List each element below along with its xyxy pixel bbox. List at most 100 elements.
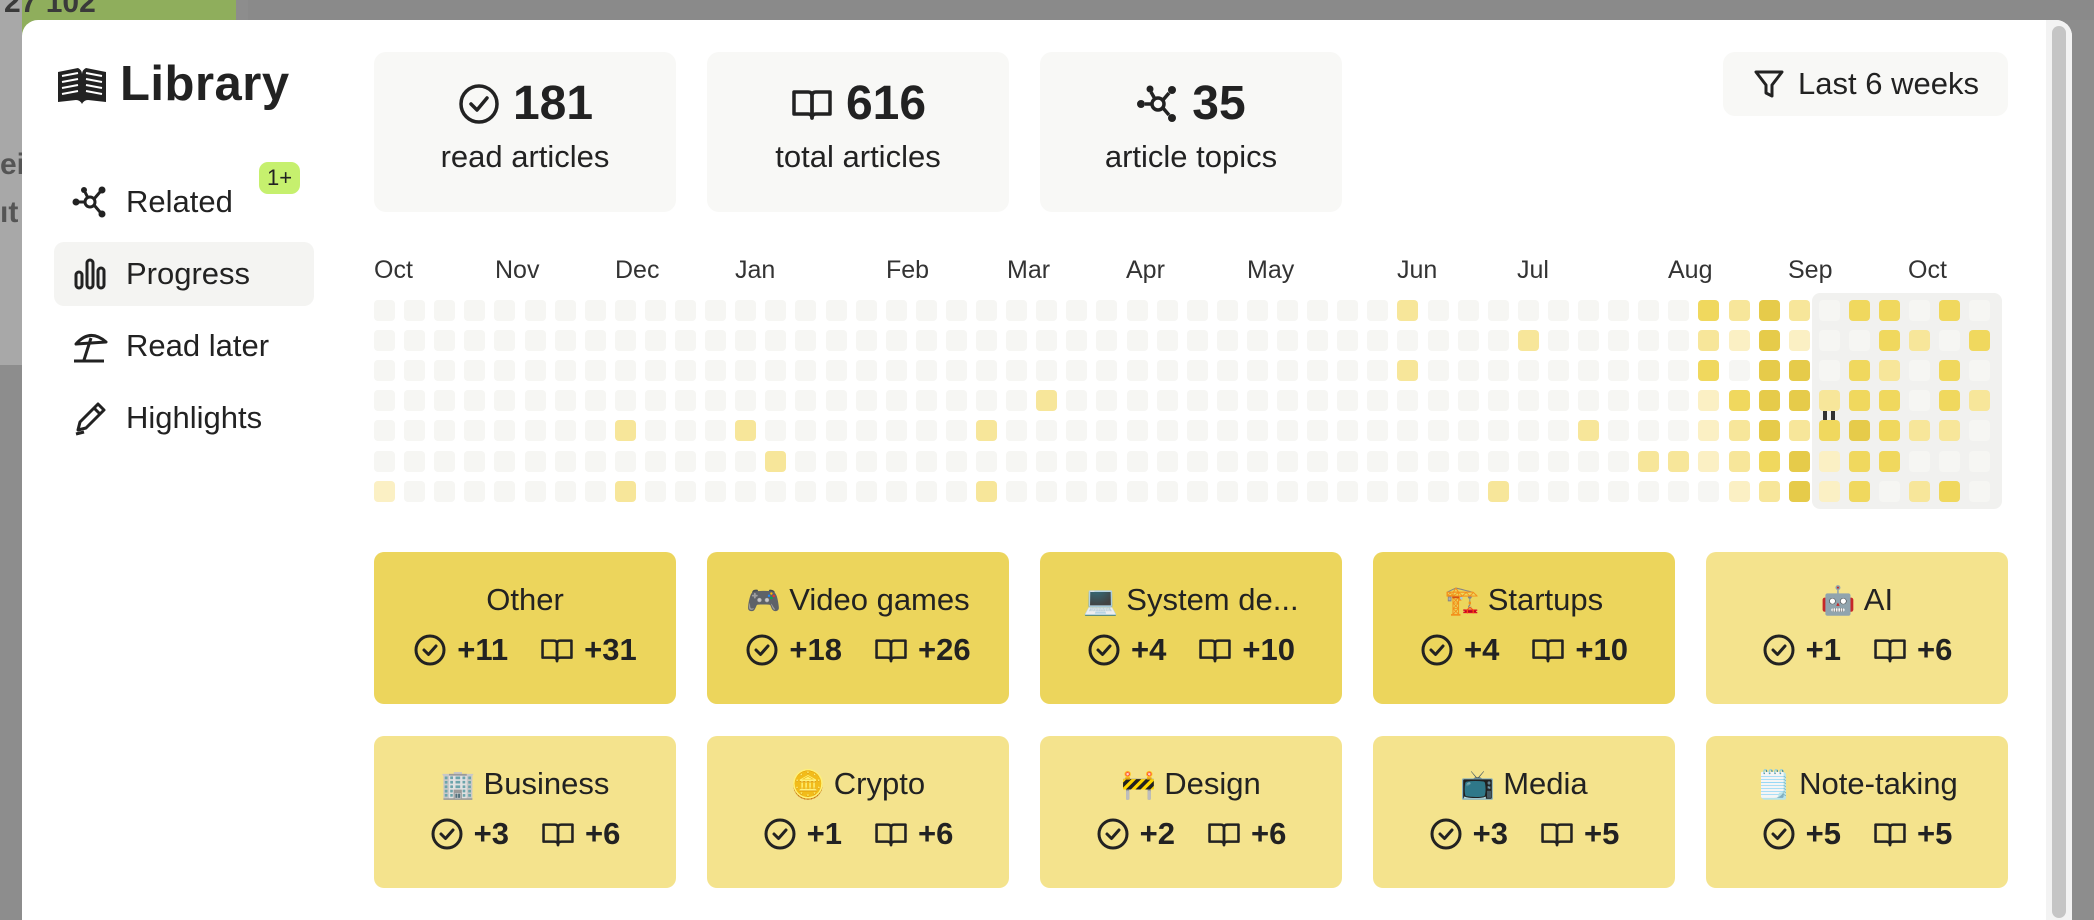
heatmap-cell bbox=[1788, 360, 1810, 382]
heatmap-cell bbox=[1547, 300, 1569, 321]
stat-value: 181 bbox=[512, 77, 594, 130]
heatmap-cell bbox=[1216, 420, 1238, 442]
topic-emoji-icon: 🏢 bbox=[440, 769, 476, 800]
heatmap-cell bbox=[1848, 330, 1870, 352]
heatmap-cell bbox=[1487, 480, 1509, 502]
topic-stats: +1 +6 bbox=[1706, 632, 2008, 668]
heatmap-cell bbox=[644, 300, 666, 321]
topic-label: Business bbox=[483, 766, 610, 801]
heatmap-cell bbox=[1578, 330, 1599, 352]
heatmap-cell bbox=[705, 330, 727, 352]
topic-stats: +3 +5 bbox=[1373, 816, 1675, 852]
heatmap-month-label: Jan bbox=[735, 256, 776, 284]
heatmap-cell bbox=[1879, 450, 1900, 472]
sidebar-item-progress[interactable]: Progress bbox=[54, 242, 314, 306]
heatmap-cell bbox=[1096, 450, 1118, 472]
heatmap-cell bbox=[1909, 390, 1931, 412]
topic-name: 🪙 Crypto bbox=[707, 766, 1009, 802]
graph-nodes-icon bbox=[1137, 85, 1177, 122]
topic-card[interactable]: Other +11 +31 bbox=[374, 552, 676, 704]
heatmap-cell bbox=[1216, 360, 1238, 382]
sidebar-item-label: Progress bbox=[126, 256, 251, 291]
scrollbar-track[interactable] bbox=[2046, 20, 2072, 920]
heatmap-cell bbox=[1608, 330, 1630, 352]
check-circle-icon bbox=[764, 818, 796, 850]
topic-card[interactable]: 🗒️ Note-taking +5 +5 bbox=[1706, 736, 2008, 888]
heatmap-cell bbox=[374, 420, 395, 442]
heatmap-cell bbox=[1728, 390, 1750, 412]
heatmap-cell bbox=[1879, 390, 1900, 412]
heatmap-cell bbox=[1036, 420, 1058, 442]
check-circle-icon bbox=[459, 83, 499, 124]
open-book-icon bbox=[875, 823, 907, 847]
heatmap-cell bbox=[1909, 420, 1931, 442]
heatmap-cell bbox=[404, 480, 426, 502]
heatmap-cell bbox=[1307, 450, 1329, 472]
funnel-icon bbox=[1754, 70, 1784, 98]
heatmap-cell bbox=[1939, 300, 1961, 321]
heatmap-cell bbox=[1126, 390, 1148, 412]
heatmap-cell bbox=[1427, 300, 1449, 321]
topic-card[interactable]: 🚧 Design +2 +6 bbox=[1040, 736, 1342, 888]
heatmap-cell bbox=[374, 390, 395, 412]
heatmap-cell bbox=[915, 420, 937, 442]
heatmap-cell bbox=[825, 480, 847, 502]
topic-card[interactable]: 🎮 Video games +18 +26 bbox=[707, 552, 1009, 704]
heatmap-cell bbox=[464, 390, 486, 412]
topic-card[interactable]: 🪙 Crypto +1 +6 bbox=[707, 736, 1009, 888]
topic-card[interactable]: 💻 System de... +4 +10 bbox=[1040, 552, 1342, 704]
heatmap-cell bbox=[855, 450, 877, 472]
heatmap-cell bbox=[1216, 450, 1238, 472]
heatmap-cell bbox=[825, 330, 847, 352]
topic-read-count: +18 bbox=[789, 632, 842, 667]
stat-label: read articles bbox=[440, 139, 610, 174]
heatmap-cell bbox=[584, 300, 606, 321]
heatmap-cell bbox=[464, 300, 486, 321]
heatmap-cell bbox=[1427, 420, 1449, 442]
topic-card[interactable]: 🏢 Business +3 +6 bbox=[374, 736, 676, 888]
heatmap-cell bbox=[1909, 360, 1931, 382]
heatmap-cell bbox=[885, 390, 907, 412]
heatmap-month-label: Aug bbox=[1668, 256, 1713, 284]
heatmap-cell bbox=[735, 360, 757, 382]
heatmap-cell bbox=[825, 300, 847, 321]
topic-stats: +3 +6 bbox=[374, 816, 676, 852]
sidebar-item-highlights[interactable]: Highlights bbox=[54, 386, 314, 450]
heatmap-cell bbox=[1036, 360, 1058, 382]
heatmap-cell bbox=[554, 390, 576, 412]
topic-card[interactable]: 🏗️ Startups +4 +10 bbox=[1373, 552, 1675, 704]
heatmap-cell bbox=[1367, 390, 1389, 412]
heatmap-cell bbox=[1698, 480, 1720, 502]
heatmap-cell bbox=[1668, 390, 1690, 412]
heatmap-cell bbox=[765, 450, 787, 472]
heatmap-cell bbox=[1307, 420, 1329, 442]
heatmap-cell bbox=[945, 330, 967, 352]
heatmap-cell bbox=[644, 360, 666, 382]
heatmap-cell bbox=[1367, 480, 1389, 502]
heatmap-cell bbox=[795, 330, 817, 352]
heatmap-cell bbox=[1487, 390, 1509, 412]
heatmap-cell bbox=[945, 480, 967, 502]
heatmap-cell bbox=[1969, 390, 1991, 412]
heatmap-cell bbox=[1216, 300, 1238, 321]
heatmap-cell bbox=[825, 360, 847, 382]
scrollbar-thumb[interactable] bbox=[2052, 26, 2066, 918]
sidebar-item-label: Related bbox=[126, 184, 233, 219]
heatmap-cell bbox=[494, 390, 516, 412]
heatmap-cell bbox=[584, 450, 606, 472]
sidebar-item-read-later[interactable]: Read later bbox=[54, 314, 314, 378]
date-filter-button[interactable]: Last 6 weeks bbox=[1723, 52, 2008, 116]
sidebar-item-related[interactable]: Related 1+ bbox=[54, 162, 314, 234]
heatmap-cell bbox=[1156, 390, 1178, 412]
topic-card[interactable]: 📺 Media +3 +5 bbox=[1373, 736, 1675, 888]
heatmap-cell bbox=[1578, 420, 1599, 442]
open-book-icon bbox=[1541, 823, 1573, 847]
topic-card[interactable]: 🤖 AI +1 +6 bbox=[1706, 552, 2008, 704]
heatmap-cell bbox=[1788, 300, 1810, 321]
heatmap-cell bbox=[1126, 450, 1148, 472]
heatmap-cell bbox=[524, 330, 546, 352]
heatmap-cell bbox=[374, 360, 395, 382]
heatmap-cell bbox=[1848, 360, 1870, 382]
topic-total-count: +5 bbox=[1917, 816, 1953, 851]
heatmap-cell bbox=[1818, 330, 1840, 352]
